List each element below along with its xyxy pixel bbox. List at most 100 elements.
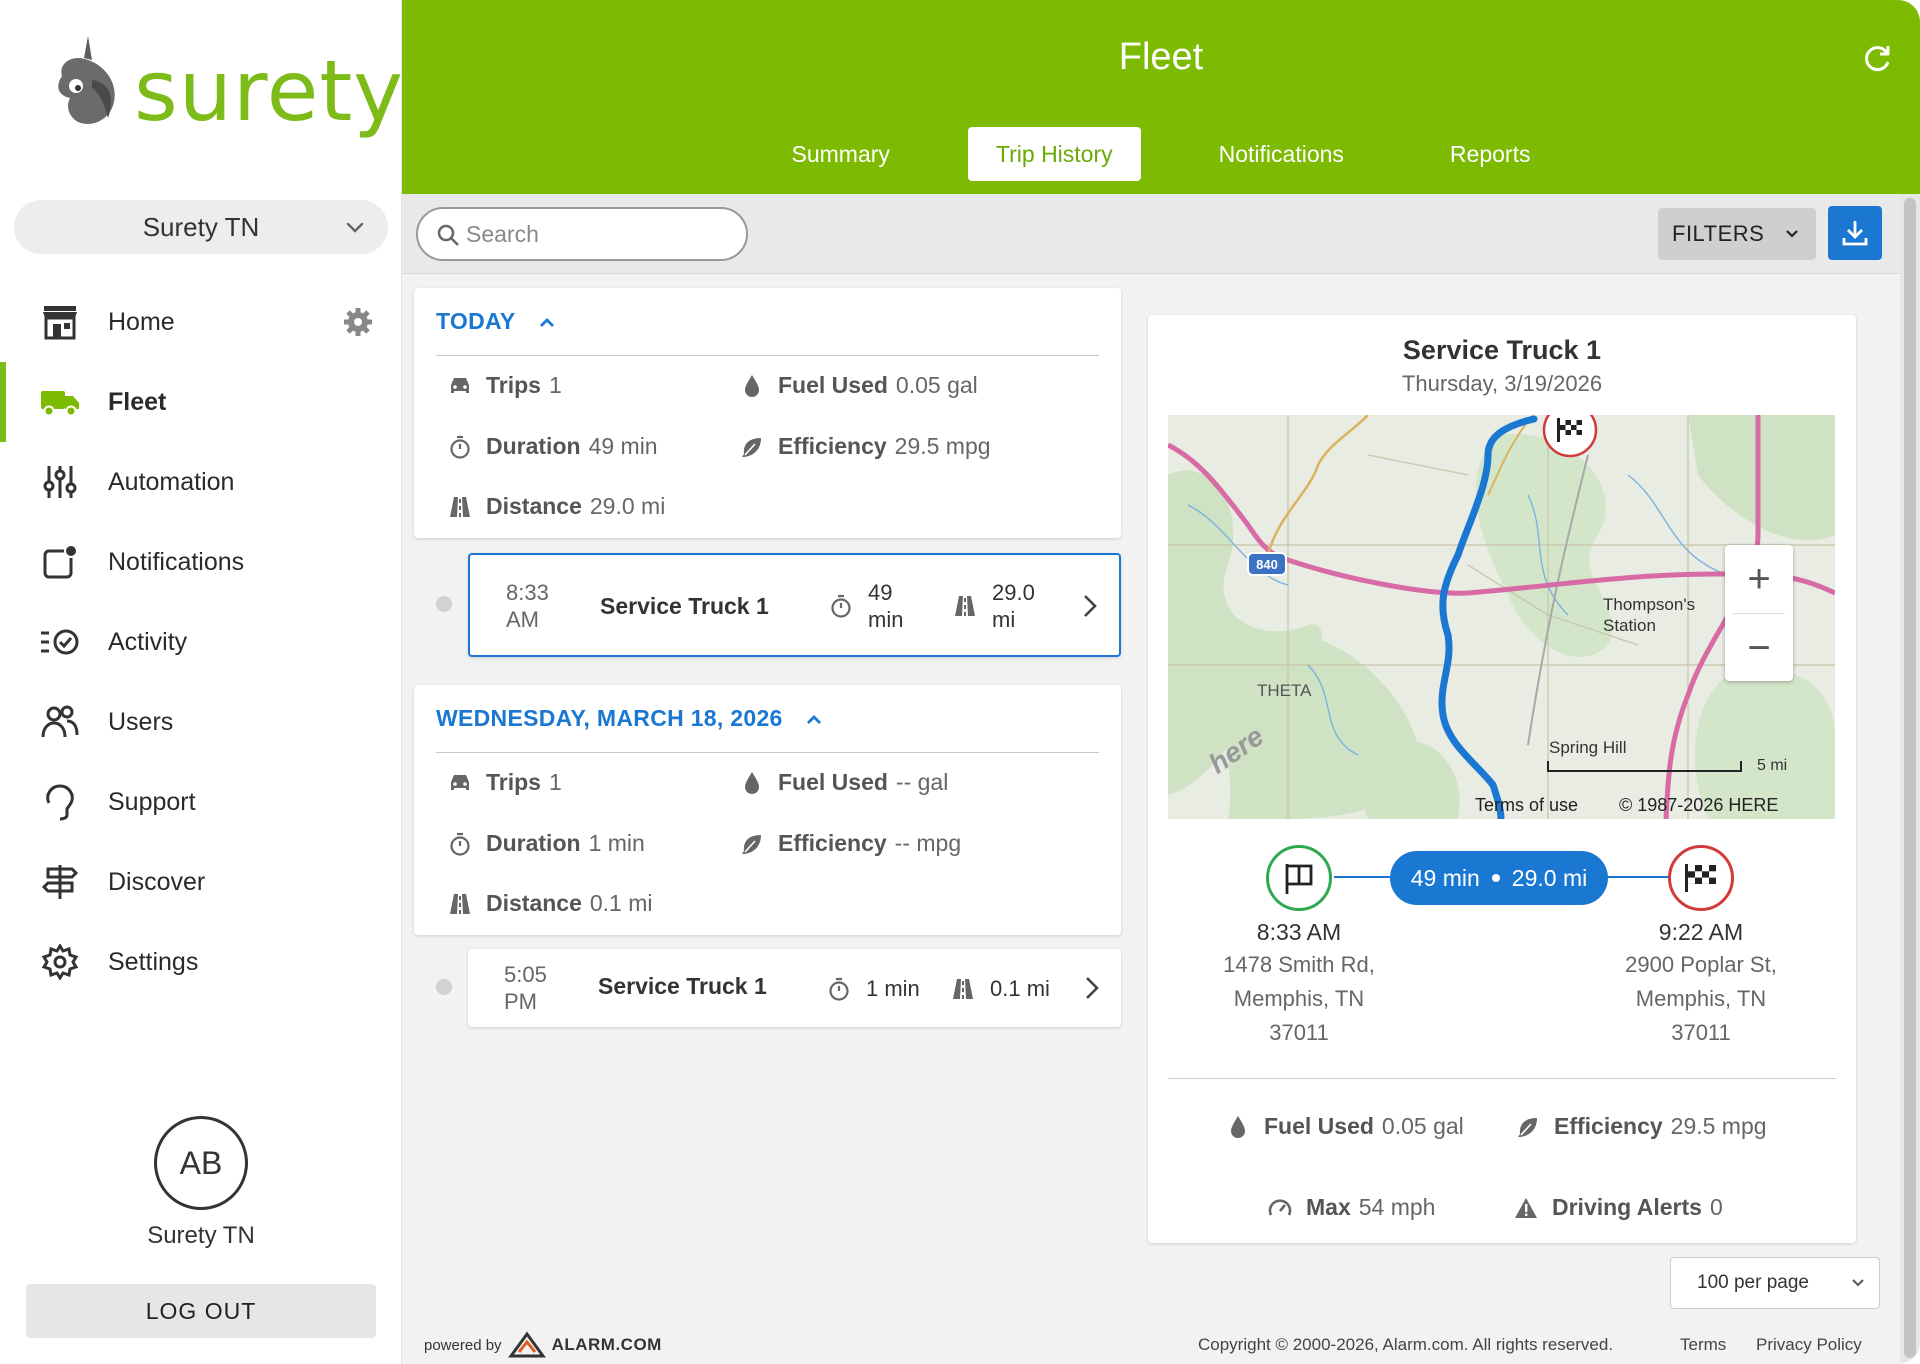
end-location: 9:22 AM 2900 Poplar St, Memphis, TN 3701… [1591, 919, 1811, 1050]
download-button[interactable] [1828, 206, 1882, 260]
stat-label: Duration [486, 830, 581, 856]
tab-summary[interactable]: Summary [764, 127, 918, 181]
nav-label-home: Home [108, 307, 175, 336]
zoom-out-button[interactable]: − [1725, 614, 1793, 682]
stat-value: 1 [548, 769, 562, 795]
search-placeholder: Search [466, 220, 539, 247]
gear-icon [40, 942, 80, 982]
stat-label: Distance [486, 890, 582, 916]
map-place-label: Thompson's [1603, 595, 1696, 614]
trip-duration-number: 49 [868, 580, 893, 605]
avatar-initials: AB [179, 1144, 223, 1181]
download-icon [1842, 221, 1868, 246]
home-settings-gear-icon[interactable] [342, 306, 374, 338]
trip-distance-value: 0.1 mi [990, 976, 1050, 1001]
end-address: 2900 Poplar St, Memphis, TN 37011 [1591, 948, 1811, 1050]
nav-item-home[interactable]: Home [0, 282, 402, 362]
stat-label: Driving Alerts [1552, 1194, 1702, 1220]
nav-label-notifications: Notifications [108, 547, 245, 576]
stat-value: 0.05 gal [1381, 1113, 1464, 1139]
chevron-right-icon [1086, 977, 1099, 999]
user-name: Surety TN [147, 1222, 255, 1249]
trip-row[interactable]: 8:33 AM Service Truck 1 49 min 29.0 mi [468, 553, 1121, 657]
zoom-in-button[interactable]: + [1725, 545, 1793, 613]
sidebar: surety Surety TN Home Fleet Automation N… [0, 0, 403, 1364]
stat-distance: Distance 0.1 mi [448, 890, 653, 917]
start-address-line: Memphis, TN [1233, 986, 1365, 1011]
nav-label-fleet: Fleet [108, 387, 167, 416]
leaf-icon [740, 435, 764, 459]
trip-map[interactable]: 840 here Thompson's Station THETA Spring… [1168, 415, 1835, 819]
nav-item-support[interactable]: Support [0, 762, 402, 842]
map-scale-label: 5 mi [1757, 757, 1788, 774]
filters-button[interactable]: FILTERS [1658, 208, 1816, 260]
stat-value: -- gal [895, 769, 949, 795]
per-page-select[interactable]: 100 per page [1670, 1257, 1880, 1309]
leaf-icon [1516, 1115, 1540, 1139]
stat-trips: Trips 1 [448, 372, 562, 399]
nav-item-notifications[interactable]: Notifications [0, 522, 402, 602]
headset-icon [40, 782, 80, 822]
nav-label-discover: Discover [108, 867, 206, 896]
nav-item-activity[interactable]: Activity [0, 602, 402, 682]
end-time: 9:22 AM [1658, 919, 1744, 945]
nav-item-discover[interactable]: Discover [0, 842, 402, 922]
map-terms-link[interactable]: Terms of use [1475, 795, 1578, 816]
trip-time: 8:33 AM [506, 579, 549, 633]
chevron-down-icon [346, 222, 364, 233]
privacy-policy-link[interactable]: Privacy Policy [1756, 1335, 1862, 1355]
start-address: 1478 Smith Rd, Memphis, TN 37011 [1189, 948, 1409, 1050]
trip-distance-number: 29.0 [992, 580, 1035, 605]
day-heading-text: TODAY [436, 308, 516, 334]
page-header: Fleet Summary Trip History Notifications… [402, 0, 1920, 194]
search-input[interactable]: Search [416, 207, 748, 261]
powered-by: powered by ALARM.COM [424, 1330, 662, 1360]
end-address-line: 2900 Poplar St, [1625, 952, 1777, 977]
trip-distance-unit: mi [992, 607, 1016, 632]
brand-name: surety [134, 42, 405, 140]
day-heading[interactable]: WEDNESDAY, MARCH 18, 2026 [436, 705, 823, 732]
account-selector[interactable]: Surety TN [14, 200, 388, 254]
stopwatch-icon [829, 977, 849, 1001]
surety-mascot-icon [58, 36, 115, 124]
chevron-right-icon [1084, 595, 1097, 617]
day-heading-text: WEDNESDAY, MARCH 18, 2026 [436, 705, 783, 731]
terms-link[interactable]: Terms [1680, 1335, 1726, 1355]
scrollbar-thumb[interactable] [1904, 198, 1916, 1358]
nav-item-fleet[interactable]: Fleet [0, 362, 402, 442]
car-icon [448, 374, 472, 398]
nav-item-users[interactable]: Users [0, 682, 402, 762]
trip-distance-value: 29.0 mi [992, 579, 1035, 633]
surety-logo[interactable]: surety [48, 32, 403, 142]
start-time: 8:33 AM [1256, 919, 1342, 945]
stat-fuel: Fuel Used -- gal [740, 769, 948, 796]
trip-time-period: PM [504, 989, 537, 1014]
summary-distance: 29.0 mi [1511, 864, 1588, 891]
warning-icon [1514, 1196, 1538, 1220]
storefront-icon [40, 302, 80, 342]
tab-trip-history[interactable]: Trip History [967, 127, 1141, 181]
detail-date: Thursday, 3/19/2026 [1401, 371, 1603, 396]
tab-reports[interactable]: Reports [1422, 127, 1559, 181]
logout-button[interactable]: LOG OUT [26, 1284, 376, 1338]
trip-status-dot [436, 596, 452, 612]
activity-icon [40, 622, 80, 662]
checkered-flag-icon [1685, 864, 1716, 892]
map-place-label: THETA [1257, 681, 1312, 700]
trip-distance: 0.1 mi [952, 975, 1050, 1002]
day-heading[interactable]: TODAY [436, 308, 556, 335]
stat-value: 0.1 mi [589, 890, 653, 916]
scrollbar[interactable] [1900, 194, 1920, 1364]
trip-duration: 1 min [828, 975, 920, 1002]
divider [436, 752, 1099, 753]
toolbar: Search FILTERS [402, 194, 1900, 274]
speedometer-icon [1268, 1196, 1292, 1220]
tab-notifications[interactable]: Notifications [1191, 127, 1372, 181]
start-address-line: 37011 [1269, 1020, 1329, 1045]
refresh-icon[interactable] [1860, 42, 1894, 76]
nav-item-settings[interactable]: Settings [0, 922, 402, 1002]
avatar[interactable]: AB [154, 1116, 248, 1210]
road-icon [953, 978, 973, 999]
trip-row[interactable]: 5:05 PM Service Truck 1 1 min 0.1 mi [468, 949, 1121, 1027]
nav-item-automation[interactable]: Automation [0, 442, 402, 522]
